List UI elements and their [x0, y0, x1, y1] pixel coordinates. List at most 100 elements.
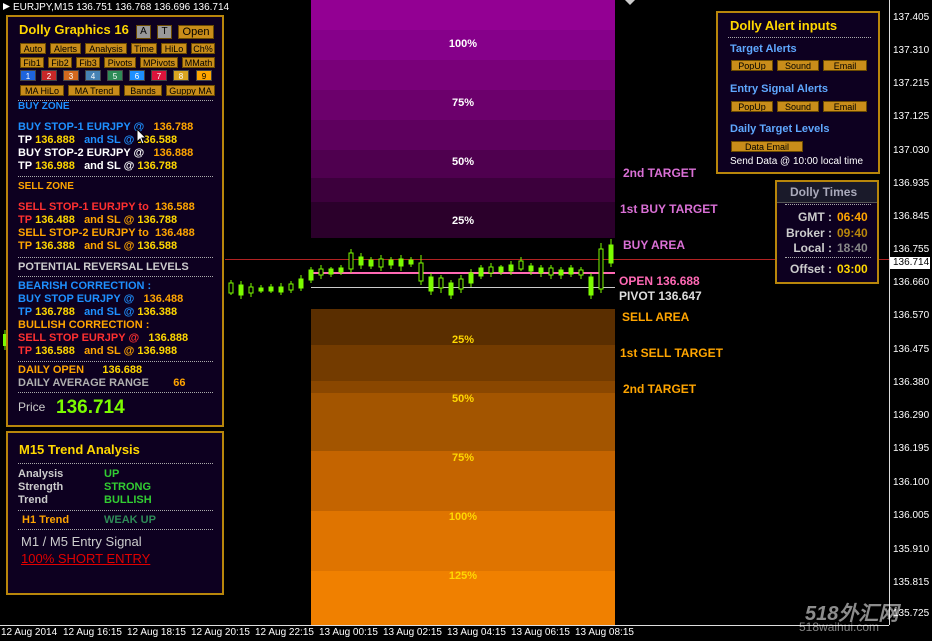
buy-stop-3-row: BUY STOP EURJPY @ 136.488	[18, 293, 183, 305]
tf-button-8[interactable]: 8	[173, 70, 189, 81]
alerts-button[interactable]: Alerts	[50, 43, 81, 54]
sell-area-label: SELL AREA	[622, 310, 690, 324]
price-tick: 136.195	[893, 443, 930, 454]
fib2-button[interactable]: Fib2	[48, 57, 72, 68]
button-a[interactable]: A	[136, 25, 151, 39]
sl2-value: 136.788	[137, 160, 178, 172]
local-value: 18:40	[837, 241, 868, 255]
graphics-panel-title: Dolly Graphics 16	[19, 22, 129, 37]
buy-band-3	[311, 60, 615, 90]
hilo-button[interactable]: HiLo	[161, 43, 187, 54]
tp5-value: 136.788	[35, 306, 75, 318]
sl-label: and SL @	[84, 134, 135, 146]
tp3-value: 136.488	[35, 214, 75, 226]
first-sell-target-label: 1st SELL TARGET	[620, 346, 723, 360]
tp-label: TP	[18, 345, 33, 357]
buy-area-label: BUY AREA	[623, 238, 686, 252]
time-tick: 12 Aug 22:15	[255, 627, 314, 638]
buy-stop-2-label: BUY STOP-2 EURJPY @	[18, 147, 145, 159]
pivots-button[interactable]: Pivots	[104, 57, 136, 68]
entry-sound-button[interactable]: Sound	[777, 101, 819, 112]
ma-hilo-button[interactable]: MA HiLo	[20, 85, 64, 96]
second-target-top-label: 2nd TARGET	[623, 166, 697, 180]
entry-popup-button[interactable]: PopUp	[731, 101, 773, 112]
candlestick-chart[interactable]	[225, 235, 615, 310]
ch-pct-button[interactable]: Ch%	[191, 43, 215, 54]
data-email-button[interactable]: Data Email	[731, 141, 803, 152]
triangle-icon	[3, 3, 10, 10]
tf-button-1[interactable]: 1	[20, 70, 36, 81]
separator	[18, 463, 213, 464]
trend-value: BULLISH	[104, 494, 152, 506]
sl5-value: 136.388	[137, 306, 178, 318]
dar-row: DAILY AVERAGE RANGE 66	[18, 377, 186, 389]
guppy-ma-button[interactable]: Guppy MA	[166, 85, 215, 96]
buy-stop-1-label: BUY STOP-1 EURJPY @	[18, 121, 145, 133]
tf-button-9[interactable]: 9	[196, 70, 212, 81]
time-tick: 12 Aug 16:15	[63, 627, 122, 638]
price-tick: 137.125	[893, 111, 930, 122]
trend-analysis-panel: M15 Trend Analysis Analysis UP Strength …	[6, 431, 224, 595]
sell-stop-3-row: SELL STOP EURJPY @ 136.888	[18, 332, 188, 344]
separator	[18, 257, 213, 258]
entry-signal-value: 100% SHORT ENTRY	[21, 551, 151, 566]
tf-button-6[interactable]: 6	[129, 70, 145, 81]
price-tick: 136.380	[893, 377, 930, 388]
tp1-row: TP 136.888 and SL @ 136.588	[18, 134, 177, 146]
offset-value: 03:00	[837, 262, 868, 276]
separator	[785, 204, 871, 205]
dolly-times-panel: Dolly Times GMT : 06:40 Broker : 09:40 L…	[775, 180, 879, 284]
separator	[18, 529, 213, 530]
auto-button[interactable]: Auto	[20, 43, 46, 54]
buy-pct-100: 100%	[448, 38, 478, 50]
shift-marker-icon[interactable]	[625, 0, 635, 5]
buy-pct-75: 75%	[451, 97, 475, 109]
entry-email-button[interactable]: Email	[823, 101, 867, 112]
mpivots-button[interactable]: MPivots	[140, 57, 178, 68]
time-tick: 13 Aug 08:15	[575, 627, 634, 638]
bullish-heading: BULLISH CORRECTION :	[18, 319, 150, 331]
time-button[interactable]: Time	[131, 43, 157, 54]
separator	[785, 257, 871, 258]
strength-value: STRONG	[104, 481, 152, 493]
sell-stop-3-value: 136.888	[148, 332, 189, 344]
tp-label: TP	[18, 306, 33, 318]
tf-button-4[interactable]: 4	[85, 70, 101, 81]
buy-pct-25: 25%	[451, 215, 475, 227]
tf-button-7[interactable]: 7	[151, 70, 167, 81]
price-tick: 137.215	[893, 78, 930, 89]
sell-stop-1-row: SELL STOP-1 EURJPY to 136.588	[18, 201, 195, 213]
tf-button-5[interactable]: 5	[107, 70, 123, 81]
target-email-button[interactable]: Email	[823, 60, 867, 71]
mmath-button[interactable]: MMath	[182, 57, 215, 68]
target-sound-button[interactable]: Sound	[777, 60, 819, 71]
sell-stop-1-value: 136.588	[154, 201, 195, 213]
sl4-value: 136.588	[137, 240, 178, 252]
ma-trend-button[interactable]: MA Trend	[68, 85, 120, 96]
fib1-button[interactable]: Fib1	[20, 57, 44, 68]
price-tick: 136.100	[893, 477, 930, 488]
open-button[interactable]: Open	[178, 25, 214, 39]
analysis-button[interactable]: Analysis	[85, 43, 127, 54]
alert-inputs-panel: Dolly Alert inputs Target Alerts PopUp S…	[716, 11, 880, 174]
buy-stop-2-row: BUY STOP-2 EURJPY @ 136.888	[18, 147, 193, 159]
daily-open-value: 136.688	[102, 364, 143, 376]
price-tick: 135.910	[893, 544, 930, 555]
dar-value: 66	[173, 377, 186, 389]
tp-label: TP	[18, 160, 33, 172]
tf-button-2[interactable]: 2	[41, 70, 57, 81]
tf-button-3[interactable]: 3	[63, 70, 79, 81]
broker-label: Broker :	[785, 226, 832, 240]
button-t[interactable]: T	[157, 25, 172, 39]
fib3-button[interactable]: Fib3	[76, 57, 100, 68]
h1-trend-label: H1 Trend	[22, 514, 70, 526]
price-tick: 137.405	[893, 12, 930, 23]
buy-band-5	[311, 120, 615, 150]
price-tick: 136.290	[893, 410, 930, 421]
separator	[18, 510, 213, 511]
bands-button[interactable]: Bands	[124, 85, 162, 96]
target-popup-button[interactable]: PopUp	[731, 60, 773, 71]
reversal-heading: POTENTIAL REVERSAL LEVELS	[18, 261, 189, 273]
sell-pct-75: 75%	[451, 452, 475, 464]
separator	[18, 361, 213, 362]
